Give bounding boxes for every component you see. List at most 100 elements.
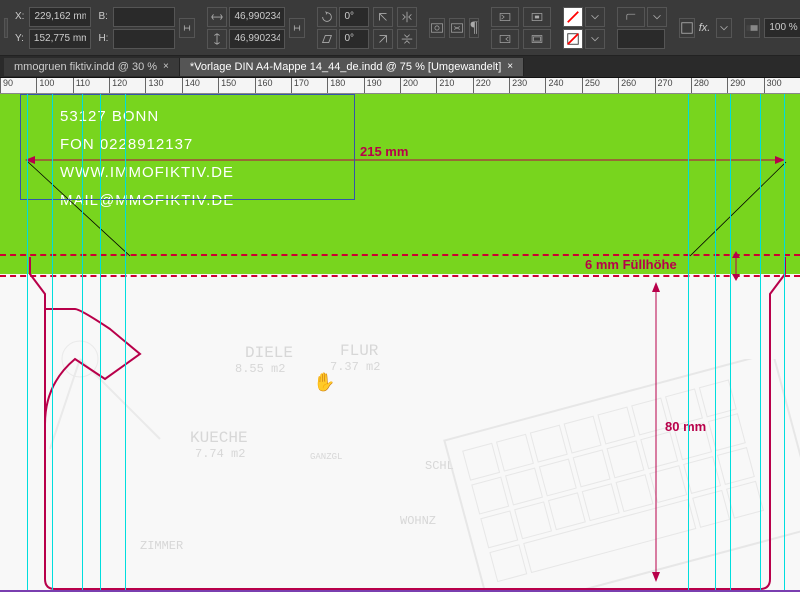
scale-y-input[interactable] [229, 29, 285, 49]
width-measure-label: 215 mm [360, 144, 408, 159]
ruler-tick: 110 [73, 78, 90, 94]
room-flur: FLUR [340, 342, 378, 360]
y-label: Y: [12, 33, 27, 44]
stroke-none-icon[interactable] [563, 29, 583, 49]
dashed-guide-bottom [0, 275, 800, 277]
vertical-guide[interactable] [100, 94, 101, 600]
stroke-dropdown-icon[interactable] [585, 29, 605, 49]
vertical-guide[interactable] [760, 94, 761, 600]
ruler-tick: 240 [545, 78, 563, 94]
close-icon[interactable]: × [507, 61, 513, 72]
ruler-tick: 220 [473, 78, 491, 94]
corner-dropdown-icon[interactable] [647, 7, 667, 27]
corner-radius-input[interactable] [617, 29, 665, 49]
ruler-tick: 160 [255, 78, 273, 94]
height-input[interactable] [113, 29, 175, 49]
keyboard-sketch [420, 359, 800, 599]
ruler-tick: 280 [691, 78, 709, 94]
fx-dropdown-icon[interactable] [716, 18, 732, 38]
ruler-tick: 290 [727, 78, 745, 94]
scale-y-icon[interactable] [207, 29, 227, 49]
ruler-tick: 230 [509, 78, 527, 94]
ruler-tick: 170 [291, 78, 309, 94]
ruler-tick: 190 [364, 78, 382, 94]
tab-label: mmogruen fiktiv.indd @ 30 % [14, 61, 157, 73]
room-diele-size: 8.55 m2 [235, 362, 285, 376]
shear-icon[interactable] [317, 29, 337, 49]
y-coord-input[interactable] [29, 29, 91, 49]
ruler-tick: 100 [36, 78, 54, 94]
rotate-ccw-icon[interactable] [373, 7, 393, 27]
close-icon[interactable]: × [163, 61, 169, 72]
vertical-guide[interactable] [125, 94, 126, 600]
vertical-guide[interactable] [688, 94, 689, 600]
x-coord-input[interactable] [29, 7, 91, 27]
ruler-tick: 250 [582, 78, 600, 94]
corner-type-icon[interactable] [617, 7, 645, 27]
rotation-input[interactable] [339, 7, 369, 27]
ruler-tick: 270 [655, 78, 673, 94]
selection-frame[interactable] [20, 94, 355, 200]
ruler-tick: 180 [327, 78, 345, 94]
ruler-tick: 130 [145, 78, 163, 94]
horizontal-ruler[interactable]: 90 100 110 120 130 140 150 160 170 180 190 200 210 22… [0, 78, 800, 94]
ruler-tick: 210 [436, 78, 454, 94]
fill-dropdown-icon[interactable] [585, 7, 605, 27]
rotate-cw-icon[interactable] [373, 29, 393, 49]
rotate-icon[interactable] [317, 7, 337, 27]
paragraph-icon[interactable]: ¶ [469, 18, 478, 38]
ruler-tick: 300 [764, 78, 782, 94]
vertical-guide[interactable] [52, 94, 53, 600]
flip-h-icon[interactable] [397, 7, 417, 27]
hand-cursor-icon: ✋ [313, 372, 335, 393]
x-label: X: [12, 11, 27, 22]
pasteboard-bottom [0, 592, 800, 600]
width-input[interactable] [113, 7, 175, 27]
ruler-tick: 260 [618, 78, 636, 94]
tab-document-2[interactable]: *Vorlage DIN A4-Mappe 14_44_de.indd @ 75… [180, 58, 524, 76]
tab-document-1[interactable]: mmogruen fiktiv.indd @ 30 % × [4, 58, 180, 76]
vertical-guide[interactable] [730, 94, 731, 600]
opacity-input[interactable] [764, 18, 800, 38]
height-measure-label: 80 mm [665, 419, 706, 434]
control-panel: X: Y: B: H: [0, 0, 800, 56]
content-select-icon[interactable] [449, 18, 465, 38]
blueprint-background: DIELE 8.55 m2 FLUR 7.37 m2 KUECHE 7.74 m… [0, 274, 800, 600]
link-scale-icon[interactable] [289, 18, 305, 38]
scale-x-icon[interactable] [207, 7, 227, 27]
compass-sketch [20, 299, 220, 499]
ruler-tick: 200 [400, 78, 418, 94]
text-wrap-icon[interactable] [679, 18, 695, 38]
ruler-tick: 150 [218, 78, 236, 94]
container-select-icon[interactable] [429, 18, 445, 38]
ruler-tick: 120 [109, 78, 127, 94]
fuellhoehe-label: 6 mm Füllhöhe [585, 257, 677, 272]
shear-input[interactable] [339, 29, 369, 49]
room-zimmer: ZIMMER [140, 539, 183, 553]
h-label: H: [95, 33, 111, 44]
vertical-guide[interactable] [784, 94, 785, 600]
tab-label: *Vorlage DIN A4-Mappe 14_44_de.indd @ 75… [190, 61, 501, 73]
ruler-tick: 140 [182, 78, 200, 94]
fx-label: fx. [699, 22, 711, 34]
document-canvas[interactable]: 53127 BONN FON 0228912137 WWW.IMMOFIKTIV… [0, 94, 800, 600]
room-diele: DIELE [245, 344, 293, 362]
fit-prop-icon[interactable] [523, 29, 551, 49]
center-content-icon[interactable] [523, 7, 551, 27]
flip-v-icon[interactable] [397, 29, 417, 49]
fit-frame-icon[interactable] [491, 29, 519, 49]
room-flur-size: 7.37 m2 [330, 360, 380, 374]
fit-content-icon[interactable] [491, 7, 519, 27]
vertical-guide[interactable] [82, 94, 83, 600]
vertical-guide[interactable] [715, 94, 716, 600]
link-icon[interactable] [179, 18, 195, 38]
reference-point-grid[interactable] [4, 18, 8, 38]
scale-x-input[interactable] [229, 7, 285, 27]
vertical-guide[interactable] [27, 94, 28, 600]
ruler-tick: 90 [0, 78, 13, 94]
w-label: B: [95, 11, 110, 22]
document-tab-bar: mmogruen fiktiv.indd @ 30 % × *Vorlage D… [0, 56, 800, 78]
dashed-guide-top [0, 254, 800, 256]
fill-none-icon[interactable] [563, 7, 583, 27]
blend-mode-icon[interactable] [744, 18, 760, 38]
